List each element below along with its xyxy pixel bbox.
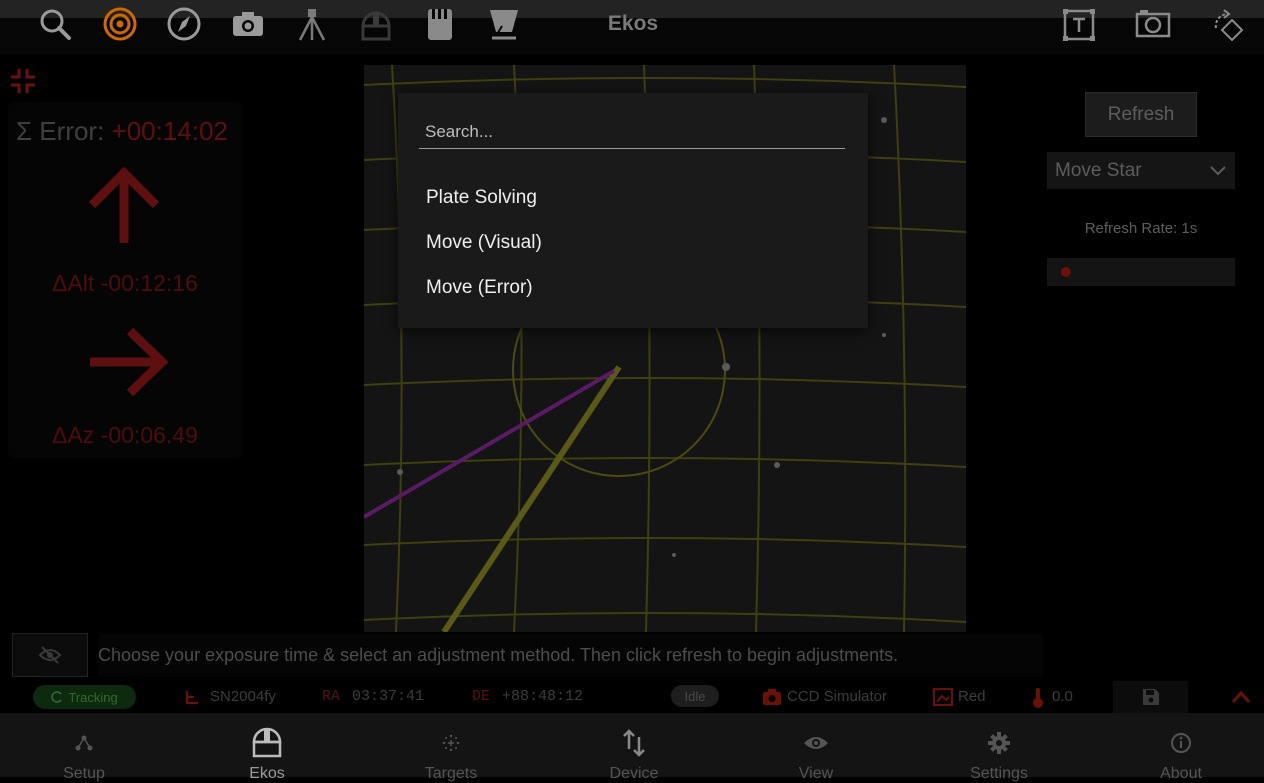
device-icon: [618, 727, 650, 759]
collapse-icon[interactable]: [8, 66, 38, 96]
camera-icon[interactable]: [230, 6, 266, 42]
info-icon: [1165, 727, 1197, 759]
method-menu: Plate Solving Move (Visual) Move (Error): [398, 93, 868, 328]
observatory-dome-icon: [251, 727, 283, 759]
ra-value: 03:37:41: [352, 688, 425, 705]
sigma-error-value: +00:14:02: [111, 116, 228, 146]
top-toolbar: Ekos: [0, 0, 1264, 54]
refresh-rate-slider[interactable]: [1047, 258, 1235, 286]
filter-wheel-icon[interactable]: [422, 6, 458, 42]
nav-about-label: About: [1160, 765, 1202, 782]
refresh-button[interactable]: Refresh: [1085, 92, 1197, 137]
search-icon[interactable]: [37, 6, 73, 42]
nav-settings[interactable]: Settings: [944, 713, 1054, 782]
adjustment-mode-select[interactable]: Move Star: [1047, 152, 1235, 189]
capture-frame-icon[interactable]: [1135, 6, 1171, 42]
hint-text: Choose your exposure time & select an ad…: [98, 634, 1043, 677]
thermometer-icon: [1033, 688, 1043, 708]
menu-item-move-visual[interactable]: Move (Visual): [426, 232, 542, 254]
menu-item-plate-solving[interactable]: Plate Solving: [426, 187, 537, 209]
menu-search-input[interactable]: [419, 115, 845, 149]
target-name: SN2004fy: [210, 688, 276, 705]
nav-setup[interactable]: Setup: [29, 713, 139, 782]
nav-view[interactable]: View: [761, 713, 871, 782]
nav-view-label: View: [798, 765, 834, 782]
toggle-visibility-button[interactable]: [12, 633, 88, 677]
refresh-icon: [51, 691, 62, 703]
crop-frame-icon[interactable]: [1061, 6, 1097, 42]
de-label: DE: [472, 688, 491, 705]
sigma-error-label: Σ Error:: [16, 116, 112, 146]
nav-ekos[interactable]: Ekos: [212, 713, 322, 782]
delta-alt-label: ΔAlt -00:12:16: [52, 270, 198, 296]
nav-targets[interactable]: Targets: [396, 713, 506, 782]
setup-icon: [68, 727, 100, 759]
save-button[interactable]: [1113, 681, 1188, 713]
menu-item-move-error[interactable]: Move (Error): [426, 277, 533, 299]
target-icon[interactable]: [102, 6, 138, 42]
filter-icon: [933, 688, 953, 706]
temperature-value: 0.0: [1052, 688, 1073, 705]
capture-state-badge: Idle: [671, 685, 719, 707]
delta-az-label: ΔAz -00:06.49: [52, 422, 198, 448]
mount-icon: [185, 691, 198, 705]
chevron-up-icon[interactable]: [1230, 689, 1252, 705]
nav-ekos-label: Ekos: [249, 765, 285, 782]
bottom-navigation: Setup Ekos Targets Device View Settings: [0, 713, 1264, 782]
save-icon: [1142, 689, 1159, 705]
eye-icon: [800, 727, 832, 759]
eye-off-icon: [38, 646, 62, 664]
camera-name: CCD Simulator: [787, 688, 888, 705]
arrow-right-icon: [90, 327, 168, 397]
chevron-down-icon: [1210, 165, 1226, 175]
rotate-diamond-icon[interactable]: [1210, 6, 1246, 42]
nav-targets-label: Targets: [424, 765, 478, 782]
adjustment-mode-value: Move Star: [1055, 159, 1142, 181]
camera-icon: [763, 689, 781, 705]
nav-device[interactable]: Device: [579, 713, 689, 782]
tracking-badge[interactable]: Tracking: [33, 685, 136, 709]
tracking-label: Tracking: [68, 689, 118, 705]
targets-icon: [435, 727, 467, 759]
filter-name: Red: [958, 688, 986, 705]
status-bar: Tracking SN2004fy RA 03:37:41 DE +88:48:…: [0, 681, 1264, 713]
app-title: Ekos: [607, 12, 659, 35]
error-panel: Σ Error: +00:14:02 ΔAlt -00:12:16 ΔAz -0…: [8, 102, 242, 458]
compass-icon[interactable]: [166, 6, 202, 42]
sigma-error-readout: Σ Error: +00:14:02: [16, 116, 228, 147]
nav-setup-label: Setup: [63, 765, 105, 782]
refresh-rate-label: Refresh Rate: 1s: [1084, 220, 1198, 237]
nav-settings-label: Settings: [970, 765, 1028, 782]
flat-panel-icon[interactable]: [486, 6, 522, 42]
arrow-up-icon: [88, 167, 160, 243]
de-value: +88:48:12: [502, 688, 584, 705]
tripod-icon[interactable]: [294, 6, 330, 42]
refresh-rate-slider-handle[interactable]: [1061, 267, 1072, 277]
ra-label: RA: [322, 688, 341, 705]
observatory-icon[interactable]: [358, 6, 394, 42]
gear-icon: [983, 727, 1015, 759]
nav-about[interactable]: About: [1126, 713, 1236, 782]
nav-device-label: Device: [609, 765, 659, 782]
